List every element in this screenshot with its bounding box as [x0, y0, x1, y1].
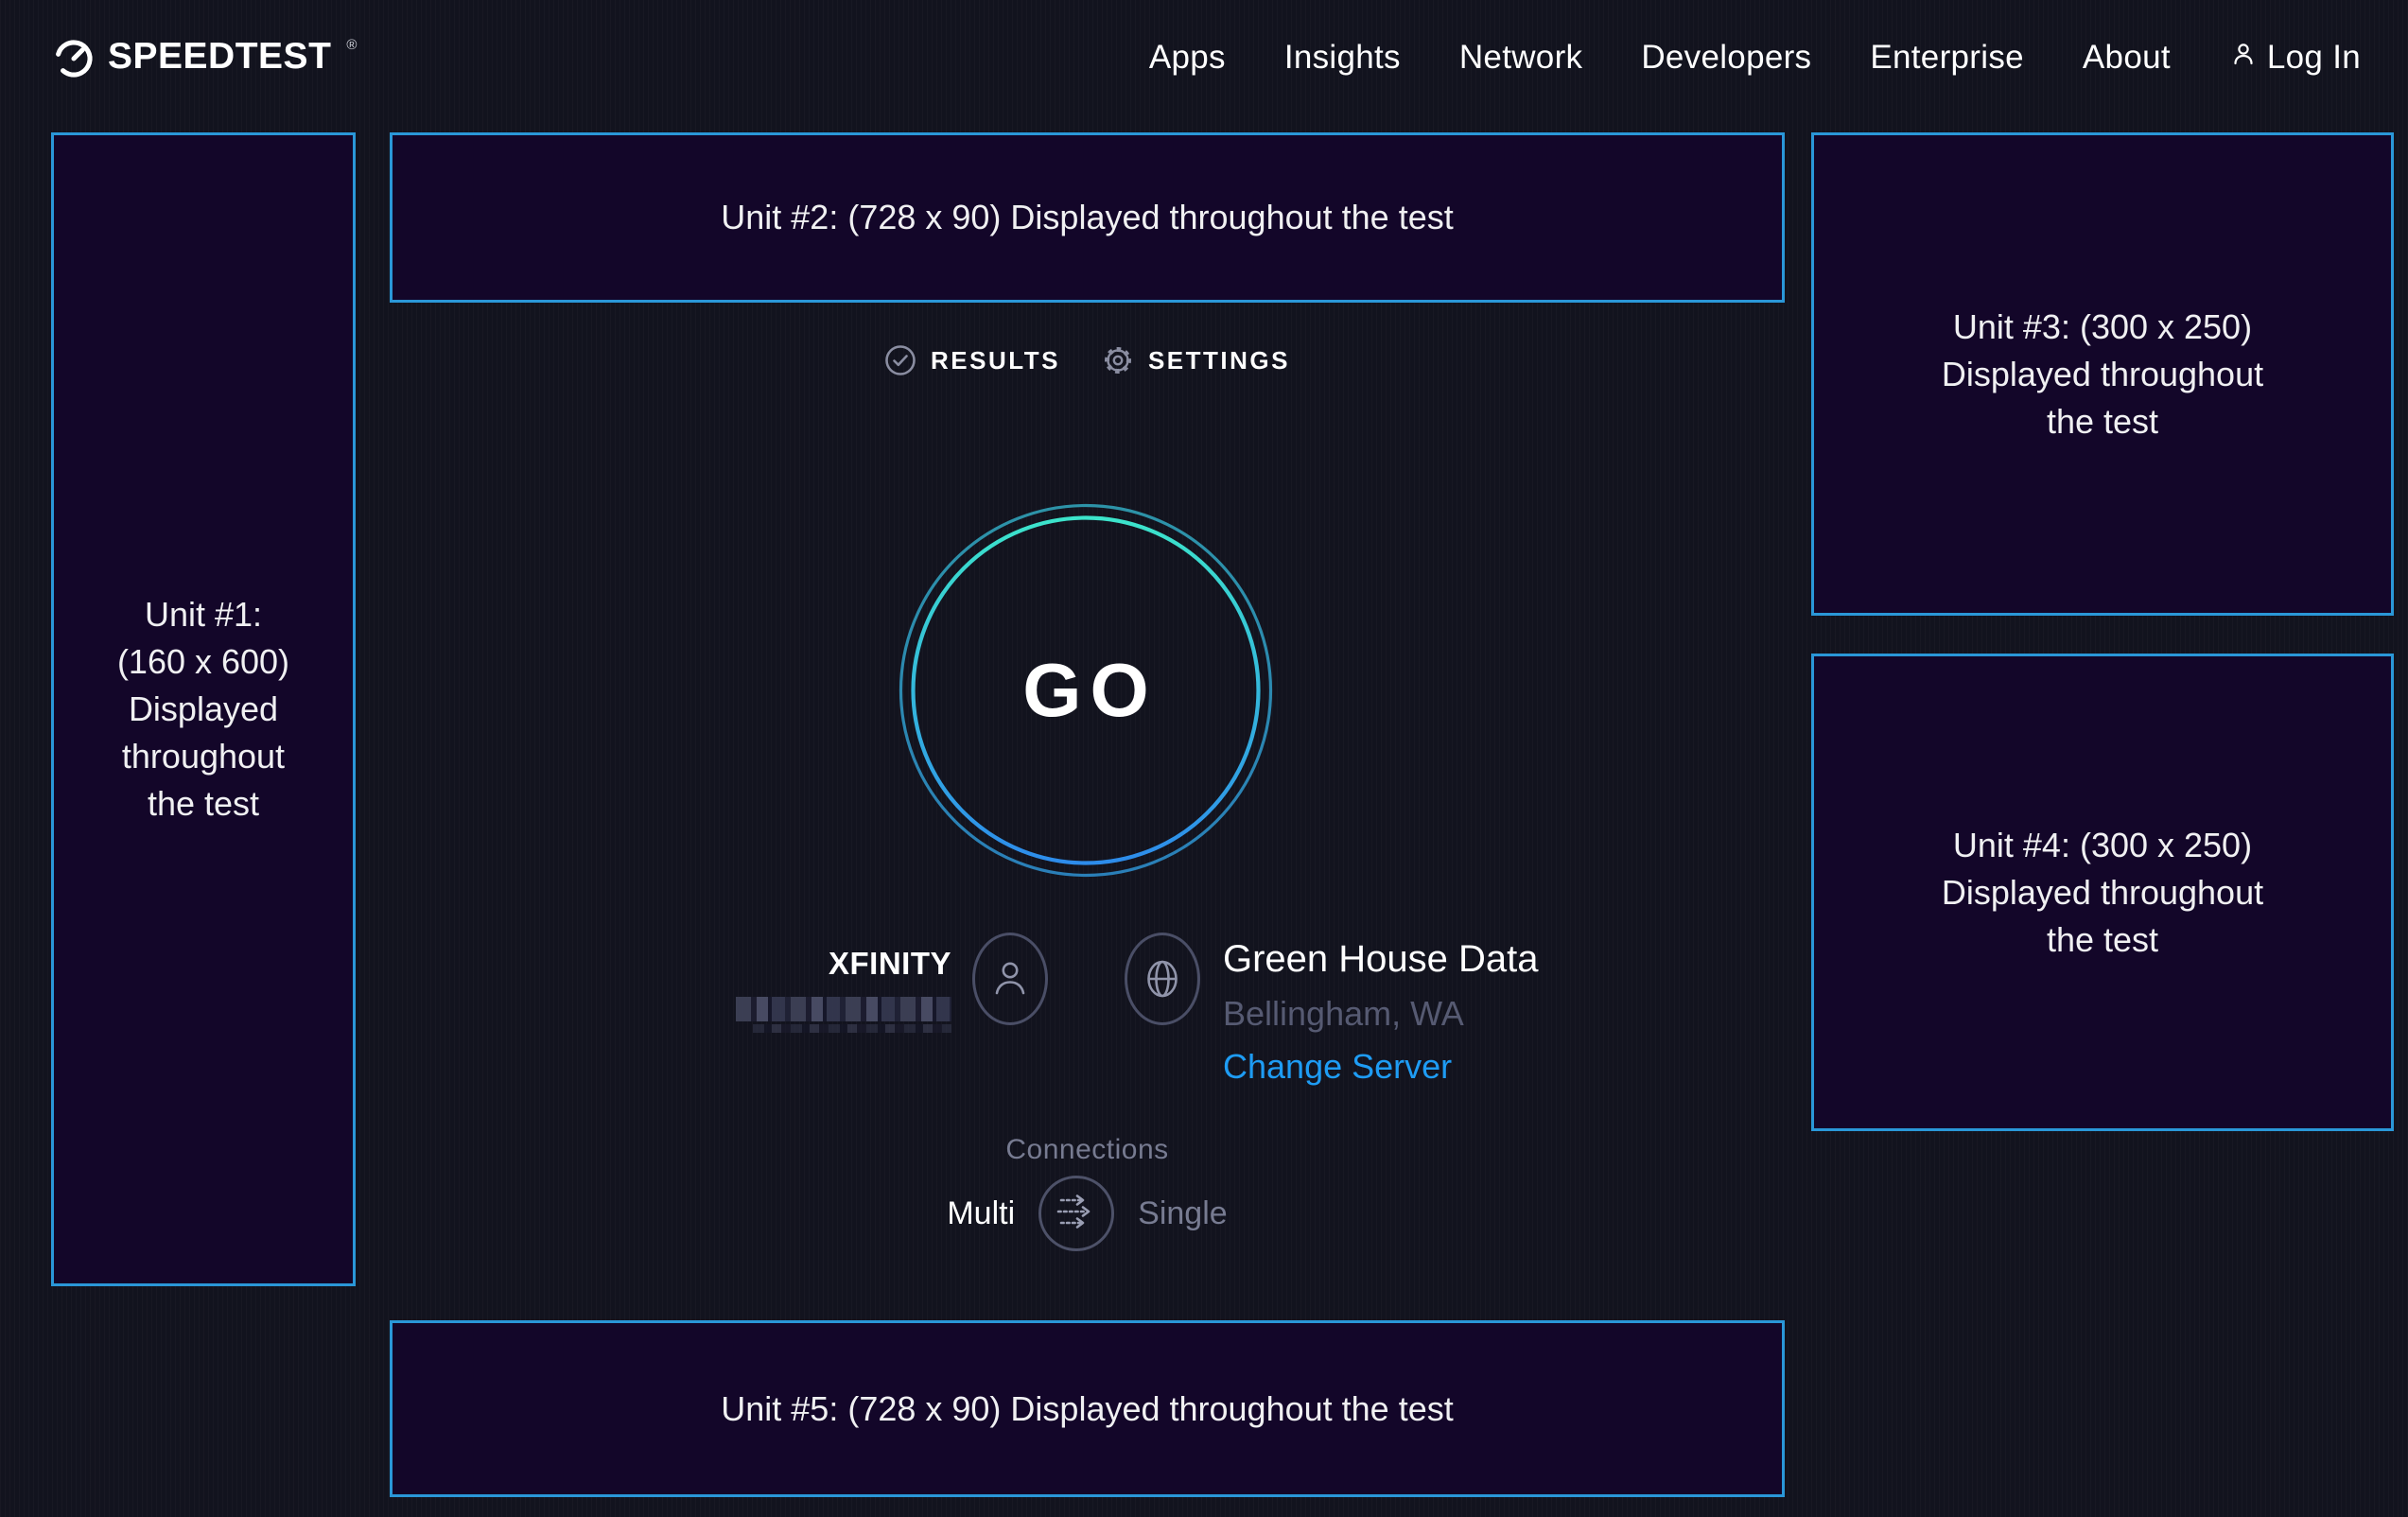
connections-option-single[interactable]: Single	[1138, 1195, 1228, 1232]
login-link[interactable]: Log In	[2229, 39, 2361, 77]
login-label: Log In	[2267, 39, 2361, 77]
nav-item-developers[interactable]: Developers	[1641, 39, 1811, 77]
provider-ip-redacted-row2	[753, 1024, 951, 1033]
go-button-label: GO	[899, 503, 1273, 878]
server-info: Green House Data Bellingham, WA Change S…	[1125, 933, 1539, 1087]
ad-unit-5-leaderboard[interactable]: Unit #5: (728 x 90) Displayed throughout…	[390, 1320, 1785, 1497]
nav-item-insights[interactable]: Insights	[1284, 39, 1401, 77]
speedtest-gauge-icon	[53, 36, 95, 79]
multi-connection-icon	[1055, 1192, 1098, 1236]
connections-option-multi[interactable]: Multi	[947, 1195, 1015, 1232]
provider-ip-redacted	[736, 997, 951, 1021]
ad-unit-4-rectangle[interactable]: Unit #4: (300 x 250) Displayed throughou…	[1811, 654, 2394, 1131]
ad-unit-3-rectangle[interactable]: Unit #3: (300 x 250) Displayed throughou…	[1811, 132, 2394, 616]
logo-trademark: ®	[346, 38, 357, 52]
ad-unit-5-text: Unit #5: (728 x 90) Displayed throughout…	[721, 1386, 1453, 1433]
tab-settings-label: SETTINGS	[1148, 346, 1290, 375]
nav-item-enterprise[interactable]: Enterprise	[1870, 39, 2024, 77]
connections-section: Connections Multi Single	[390, 1134, 1785, 1253]
logo-wordmark: SPEEDTEST	[108, 36, 331, 78]
globe-icon	[1125, 933, 1200, 1025]
nav-item-network[interactable]: Network	[1459, 39, 1582, 77]
tab-results-label: RESULTS	[931, 346, 1060, 375]
nav-item-about[interactable]: About	[2083, 39, 2171, 77]
speedtest-page: SPEEDTEST ® Apps Insights Network Develo…	[0, 0, 2408, 1517]
speedtest-logo[interactable]: SPEEDTEST ®	[53, 36, 357, 79]
tab-settings[interactable]: SETTINGS	[1102, 344, 1290, 376]
user-icon	[2229, 39, 2258, 77]
ad-unit-3-text: Unit #3: (300 x 250) Displayed throughou…	[1942, 304, 2263, 445]
top-nav-bar: SPEEDTEST ® Apps Insights Network Develo…	[0, 0, 2408, 115]
provider-name: XFINITY	[829, 946, 951, 982]
provider-info: XFINITY	[736, 933, 1048, 1033]
nav-item-apps[interactable]: Apps	[1149, 39, 1226, 77]
ad-unit-2-text: Unit #2: (728 x 90) Displayed throughout…	[721, 194, 1453, 241]
ad-unit-4-text: Unit #4: (300 x 250) Displayed throughou…	[1942, 822, 2263, 964]
server-location: Bellingham, WA	[1223, 994, 1539, 1034]
connections-toggle-button[interactable]	[1038, 1176, 1114, 1251]
main-nav: Apps Insights Network Developers Enterpr…	[1149, 39, 2361, 77]
ad-unit-2-leaderboard[interactable]: Unit #2: (728 x 90) Displayed throughout…	[390, 132, 1785, 303]
tab-results[interactable]: RESULTS	[884, 344, 1060, 376]
tab-bar: RESULTS SETTINGS	[390, 344, 1785, 376]
ad-unit-1-text: Unit #1: (160 x 600) Displayed throughou…	[117, 591, 289, 828]
connections-label: Connections	[390, 1134, 1785, 1166]
server-name: Green House Data	[1223, 936, 1539, 982]
check-circle-icon	[884, 344, 916, 376]
go-button[interactable]: GO	[899, 503, 1273, 878]
user-circle-icon	[972, 933, 1048, 1025]
ad-unit-1-skyscraper[interactable]: Unit #1: (160 x 600) Displayed throughou…	[51, 132, 356, 1286]
change-server-link[interactable]: Change Server	[1223, 1047, 1452, 1087]
gear-icon	[1102, 344, 1134, 376]
